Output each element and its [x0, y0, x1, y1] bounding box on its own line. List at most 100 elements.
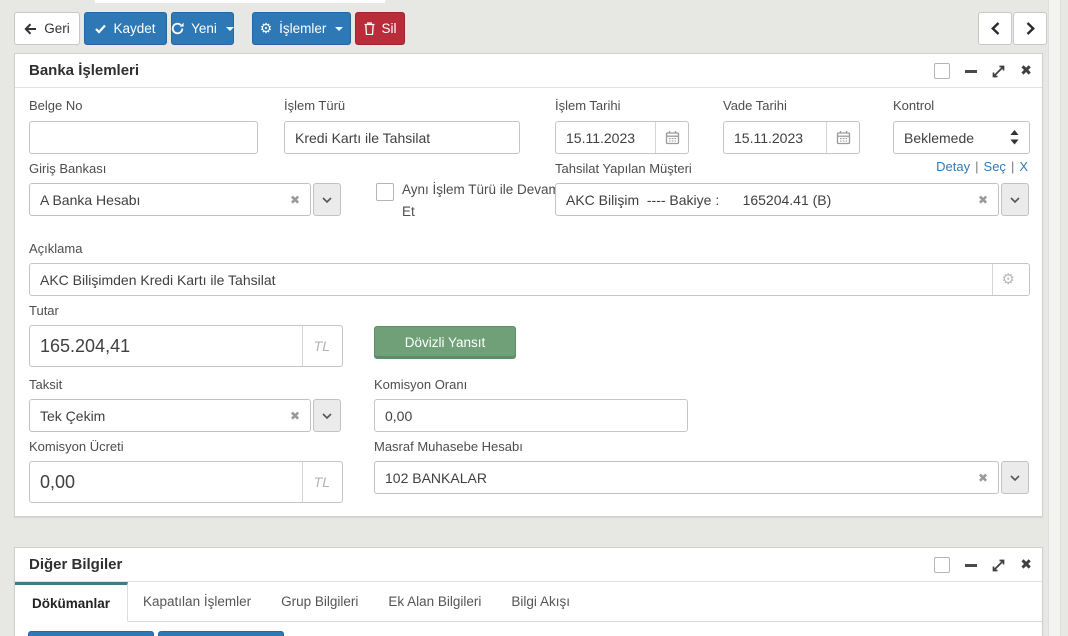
- taksit-box[interactable]: Tek Çekim ✖: [29, 399, 311, 432]
- other-info-panel: Diğer Bilgiler ✖ Dökümanlar Kapatılan İş…: [14, 547, 1043, 636]
- musteri-value: AKC Bilişim ---- Bakiye : 165204.41 (B): [566, 192, 831, 208]
- tab-dokumanlar[interactable]: Dökümanlar: [15, 582, 128, 622]
- collapse-icon[interactable]: [965, 70, 977, 73]
- vade-tarihi-input[interactable]: 15.11.2023: [723, 121, 860, 154]
- komisyon-orani-input[interactable]: 0,00: [374, 399, 688, 432]
- gear-icon[interactable]: ⚙: [992, 264, 1021, 295]
- vade-tarihi-value: 15.11.2023: [734, 130, 803, 146]
- devam-et-checkbox-label: Aynı İşlem Türü ile Devam Et: [402, 179, 562, 223]
- musteri-label: Tahsilat Yapılan Müşteri: [555, 161, 692, 176]
- tab-grup-bilgileri[interactable]: Grup Bilgileri: [266, 582, 373, 621]
- komisyon-ucreti-label: Komisyon Ücreti: [29, 439, 124, 454]
- taksit-label: Taksit: [29, 377, 62, 392]
- back-button[interactable]: Geri: [14, 12, 80, 45]
- save-button[interactable]: Kaydet: [84, 12, 167, 45]
- clear-icon[interactable]: ✖: [972, 193, 988, 207]
- caret-down-icon: [226, 27, 234, 31]
- tab-bilgi-akisi[interactable]: Bilgi Akışı: [496, 582, 585, 621]
- operations-button[interactable]: ⚙ İşlemler: [252, 12, 351, 45]
- clear-icon[interactable]: ✖: [972, 471, 988, 485]
- masraf-hesabi-select[interactable]: 102 BANKALAR ✖: [374, 461, 1029, 494]
- calendar-icon[interactable]: [655, 122, 680, 153]
- aciklama-value: AKC Bilişimden Kredi Kartı ile Tahsilat: [40, 272, 276, 288]
- dropdown-button[interactable]: [313, 183, 341, 216]
- close-icon[interactable]: ✖: [1020, 64, 1032, 78]
- refresh-icon: [171, 22, 184, 35]
- chevron-right-icon: [1026, 22, 1035, 35]
- musteri-box[interactable]: AKC Bilişim ---- Bakiye : 165204.41 (B) …: [555, 183, 999, 216]
- islem-tarihi-value: 15.11.2023: [566, 130, 635, 146]
- giris-bankasi-label: Giriş Bankası: [29, 161, 106, 176]
- komisyon-orani-value: 0,00: [385, 408, 412, 424]
- clear-icon[interactable]: ✖: [284, 409, 300, 423]
- calendar-icon[interactable]: [826, 122, 851, 153]
- komisyon-ucreti-value: 0,00: [40, 472, 75, 493]
- currency-suffix: TL: [302, 326, 334, 366]
- aciklama-input[interactable]: AKC Bilişimden Kredi Kartı ile Tahsilat …: [29, 263, 1030, 296]
- vade-tarihi-label: Vade Tarihi: [723, 98, 787, 113]
- panel-header: Diğer Bilgiler ✖: [15, 548, 1042, 582]
- tutar-label: Tutar: [29, 303, 59, 318]
- komisyon-ucreti-input[interactable]: 0,00 TL: [29, 461, 343, 503]
- delete-button[interactable]: Sil: [355, 12, 405, 45]
- giris-bankasi-select[interactable]: A Banka Hesabı ✖: [29, 183, 341, 216]
- app-window: Geri Kaydet Yeni ⚙ İşlemler Sil: [0, 0, 1068, 636]
- devam-et-checkbox[interactable]: [376, 183, 394, 201]
- islem-turu-input[interactable]: Kredi Kartı ile Tahsilat: [284, 121, 520, 154]
- save-button-label: Kaydet: [113, 21, 155, 36]
- belge-no-input[interactable]: [29, 121, 258, 154]
- masraf-hesabi-value: 102 BANKALAR: [385, 470, 487, 486]
- masraf-hesabi-box[interactable]: 102 BANKALAR ✖: [374, 461, 999, 494]
- remove-link[interactable]: X: [1019, 159, 1028, 174]
- arrow-left-icon: [24, 23, 37, 35]
- link-separator: |: [1011, 159, 1014, 174]
- panel-select-checkbox[interactable]: [934, 557, 950, 573]
- trash-icon: [364, 22, 375, 35]
- bank-transactions-panel: Banka İşlemleri ✖ Belge No İşlem Türü Kr…: [14, 53, 1043, 517]
- clear-icon[interactable]: ✖: [284, 193, 300, 207]
- link-separator: |: [975, 159, 978, 174]
- tutar-input[interactable]: 165.204,41 TL: [29, 325, 343, 367]
- next-record-button[interactable]: [1013, 12, 1047, 45]
- islem-tarihi-input[interactable]: 15.11.2023: [555, 121, 689, 154]
- giris-bankasi-value: A Banka Hesabı: [40, 192, 140, 208]
- sec-link[interactable]: Seç: [984, 159, 1006, 174]
- currency-suffix: TL: [302, 462, 334, 502]
- aciklama-label: Açıklama: [29, 241, 82, 256]
- tab-ek-alan-bilgileri[interactable]: Ek Alan Bilgileri: [373, 582, 496, 621]
- kontrol-select[interactable]: Beklemede: [893, 121, 1030, 154]
- collapse-icon[interactable]: [965, 564, 977, 567]
- giris-bankasi-box[interactable]: A Banka Hesabı ✖: [29, 183, 311, 216]
- tutar-value: 165.204,41: [40, 336, 130, 357]
- dropdown-button[interactable]: [313, 399, 341, 432]
- musteri-select[interactable]: AKC Bilişim ---- Bakiye : 165204.41 (B) …: [555, 183, 1029, 216]
- gear-icon: ⚙: [260, 22, 273, 36]
- close-icon[interactable]: ✖: [1020, 558, 1032, 572]
- partial-button-1[interactable]: [28, 631, 154, 636]
- tab-kapatilan-islemler[interactable]: Kapatılan İşlemler: [128, 582, 266, 621]
- scrollbar-track[interactable]: [1048, 0, 1061, 636]
- new-button[interactable]: Yeni: [171, 12, 234, 45]
- taksit-select[interactable]: Tek Çekim ✖: [29, 399, 341, 432]
- chevron-left-icon: [991, 22, 1000, 35]
- musteri-links: Detay | Seç | X: [936, 159, 1028, 174]
- new-button-label: Yeni: [191, 21, 217, 36]
- taksit-value: Tek Çekim: [40, 408, 105, 424]
- detay-link[interactable]: Detay: [936, 159, 970, 174]
- dropdown-button[interactable]: [1001, 183, 1029, 216]
- dropdown-button[interactable]: [1001, 461, 1029, 494]
- kontrol-value: Beklemede: [904, 130, 974, 146]
- dovizli-yansit-button[interactable]: Dövizli Yansıt: [374, 326, 516, 359]
- islem-turu-label: İşlem Türü: [284, 98, 345, 113]
- expand-icon[interactable]: [992, 65, 1005, 78]
- panel-title: Banka İşlemleri: [29, 62, 139, 79]
- partial-button-2[interactable]: [158, 631, 284, 636]
- top-tab-strip: [95, 0, 385, 3]
- back-button-label: Geri: [44, 21, 70, 36]
- panel-select-checkbox[interactable]: [934, 63, 950, 79]
- select-updown-icon: [1010, 130, 1019, 145]
- expand-icon[interactable]: [992, 559, 1005, 572]
- panel-title: Diğer Bilgiler: [29, 556, 122, 573]
- previous-record-button[interactable]: [978, 12, 1012, 45]
- delete-button-label: Sil: [382, 21, 397, 36]
